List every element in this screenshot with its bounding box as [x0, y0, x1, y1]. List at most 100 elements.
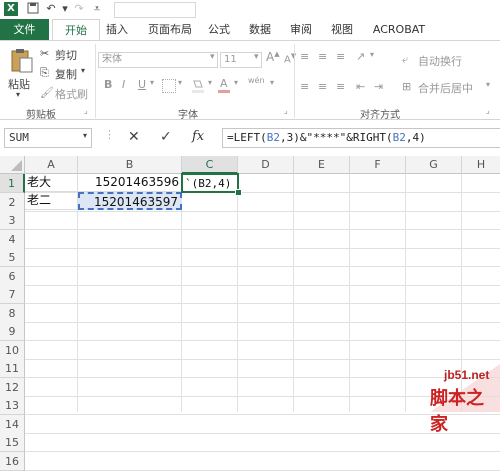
bottom-align-icon[interactable]: ≡ [336, 50, 345, 63]
column-header-e[interactable]: E [294, 156, 350, 174]
row-header-16[interactable]: 16 [0, 452, 25, 471]
underline-button[interactable]: U [138, 78, 146, 91]
column-header-c[interactable]: C [182, 156, 238, 174]
row-header-12[interactable]: 12 [0, 378, 25, 397]
row-header-5[interactable]: 5 [0, 248, 25, 267]
cell-a1[interactable]: 老大 [25, 174, 78, 192]
row-gridline [25, 340, 500, 341]
row-header-1[interactable]: 1 [0, 174, 25, 193]
increase-indent-icon[interactable]: ⇥ [374, 80, 383, 93]
tab-data[interactable]: 数据 [243, 19, 277, 40]
increase-font-size-icon[interactable]: A▲ [266, 50, 280, 64]
undo-icon[interactable]: ↶ [44, 2, 58, 16]
row-header-3[interactable]: 3 [0, 211, 25, 230]
wrap-text-button[interactable]: 自动换行 [418, 53, 462, 69]
column-header-f[interactable]: F [350, 156, 406, 174]
tab-view[interactable]: 视图 [325, 19, 359, 40]
cut-button[interactable]: 剪切 [55, 47, 77, 63]
column-header-b[interactable]: B [78, 156, 182, 174]
borders-dropdown-icon[interactable]: ▾ [178, 78, 182, 87]
row-gridline [25, 211, 500, 212]
column-header-d[interactable]: D [238, 156, 294, 174]
insert-function-button[interactable]: fx [192, 129, 204, 144]
row-header-6[interactable]: 6 [0, 267, 25, 286]
column-gridline [293, 174, 294, 412]
cut-icon: ✂ [40, 47, 50, 60]
customize-toolbar-icon[interactable]: ⩡ [90, 2, 104, 16]
font-color-button[interactable]: A [220, 77, 228, 90]
tab-formulas[interactable]: 公式 [202, 19, 236, 40]
fill-color-icon[interactable] [192, 78, 204, 93]
orientation-icon[interactable]: ↗ [356, 50, 365, 63]
tab-file[interactable]: 文件 [0, 19, 49, 40]
column-gridline [349, 174, 350, 412]
underline-dropdown-icon[interactable]: ▾ [150, 78, 154, 87]
tab-review[interactable]: 审阅 [284, 19, 318, 40]
row-header-8[interactable]: 8 [0, 304, 25, 323]
font-size-dropdown-icon[interactable]: ▾ [254, 52, 259, 62]
row-header-7[interactable]: 7 [0, 285, 25, 304]
cell-b2[interactable]: 15201463597 [78, 192, 182, 210]
orientation-dropdown-icon[interactable]: ▾ [370, 50, 374, 59]
font-name-dropdown-icon[interactable]: ▾ [210, 52, 215, 62]
tab-page-layout[interactable]: 页面布局 [140, 19, 200, 40]
excel-logo-icon: X [4, 2, 18, 16]
row-header-11[interactable]: 11 [0, 359, 25, 378]
paste-dropdown-icon[interactable]: ▾ [16, 90, 20, 99]
align-center-icon[interactable]: ≡ [318, 80, 327, 93]
align-right-icon[interactable]: ≡ [336, 80, 345, 93]
row-header-9[interactable]: 9 [0, 322, 25, 341]
row-header-2[interactable]: 2 [0, 193, 25, 212]
cell-a2[interactable]: 老二 [25, 192, 78, 210]
decrease-indent-icon[interactable]: ⇤ [356, 80, 365, 93]
save-icon[interactable] [26, 2, 40, 16]
fill-color-dropdown-icon[interactable]: ▾ [208, 78, 212, 87]
column-header-a[interactable]: A [25, 156, 78, 174]
cancel-entry-button[interactable]: ✕ [128, 129, 140, 145]
row-gridline [25, 451, 500, 452]
middle-align-icon[interactable]: ≡ [318, 50, 327, 63]
cell-b1[interactable]: 15201463596 [78, 174, 182, 192]
merge-dropdown-icon[interactable]: ▾ [486, 80, 490, 89]
font-launcher-icon[interactable]: ⌟ [284, 106, 288, 115]
paste-icon[interactable] [10, 48, 34, 74]
redo-icon[interactable]: ↷ [72, 2, 86, 16]
copy-dropdown-icon[interactable]: ▾ [81, 66, 85, 75]
cell-c1-editing[interactable]: `(B2,4) [181, 173, 239, 193]
font-name-combo[interactable]: 宋体 [98, 52, 218, 68]
tab-acrobat[interactable]: ACROBAT [368, 19, 430, 40]
formula-input[interactable]: =LEFT(B2,3)&"****"&RIGHT(B2,4) [222, 128, 500, 148]
row-header-15[interactable]: 15 [0, 433, 25, 452]
name-box[interactable]: SUM [4, 128, 92, 148]
phonetic-dropdown-icon[interactable]: ▾ [270, 78, 274, 87]
row-header-13[interactable]: 13 [0, 396, 25, 415]
format-painter-button[interactable]: 格式刷 [55, 86, 88, 102]
tab-home[interactable]: 开始 [52, 19, 100, 41]
select-all-corner[interactable] [0, 156, 25, 174]
undo-dropdown-icon[interactable]: ▾ [58, 2, 72, 16]
borders-icon[interactable] [162, 79, 176, 93]
align-left-icon[interactable]: ≡ [300, 80, 309, 93]
column-header-h[interactable]: H [462, 156, 500, 174]
copy-button[interactable]: 复制 [55, 66, 77, 82]
italic-button[interactable]: I [122, 78, 125, 91]
clipboard-launcher-icon[interactable]: ⌟ [84, 106, 88, 115]
fill-handle[interactable] [235, 189, 242, 196]
formula-bar-grip-icon: ⋮ [104, 128, 115, 141]
phonetic-guide-button[interactable]: wén [248, 76, 265, 85]
row-header-4[interactable]: 4 [0, 230, 25, 249]
divider [294, 44, 295, 118]
row-header-10[interactable]: 10 [0, 341, 25, 360]
name-box-dropdown-icon[interactable]: ▾ [83, 131, 87, 140]
row-header-14[interactable]: 14 [0, 415, 25, 434]
alignment-group-label: 对齐方式 [360, 110, 400, 121]
confirm-entry-button[interactable]: ✓ [160, 129, 172, 145]
font-color-dropdown-icon[interactable]: ▾ [234, 78, 238, 87]
ribbon-tabs: 文件 开始 插入 页面布局 公式 数据 审阅 视图 ACROBAT [0, 19, 500, 41]
top-align-icon[interactable]: ≡ [300, 50, 309, 63]
column-header-g[interactable]: G [406, 156, 462, 174]
alignment-launcher-icon[interactable]: ⌟ [486, 106, 490, 115]
merge-center-button[interactable]: 合并后居中 [418, 80, 473, 96]
tab-insert[interactable]: 插入 [100, 19, 134, 40]
bold-button[interactable]: B [104, 78, 112, 91]
